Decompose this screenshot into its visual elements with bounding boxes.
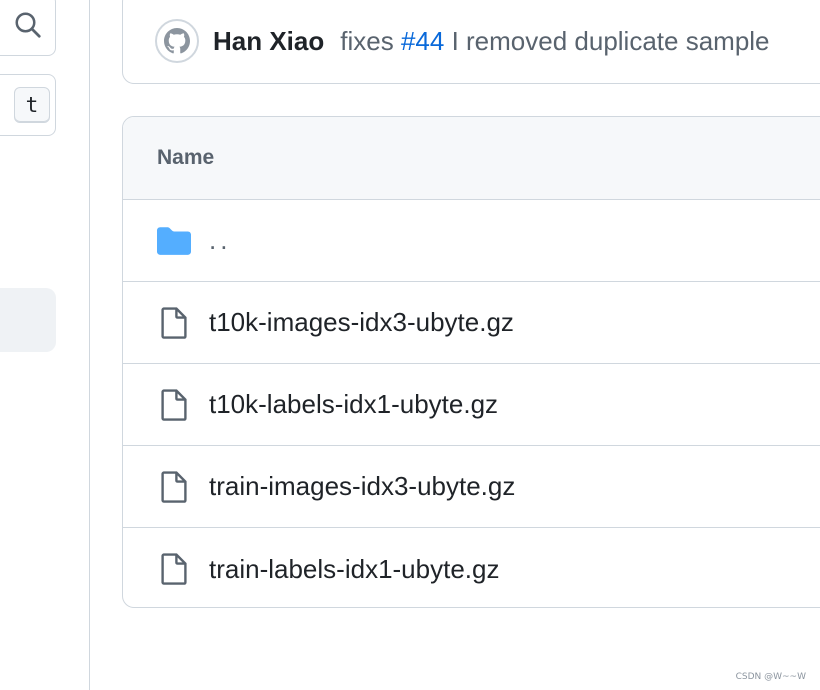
file-icon bbox=[157, 306, 191, 340]
page: t Han Xiao fixes #44 I removed duplicate… bbox=[0, 0, 820, 690]
left-sidebar: t bbox=[0, 0, 90, 690]
file-icon bbox=[157, 470, 191, 504]
file-name-link[interactable]: train-labels-idx1-ubyte.gz bbox=[209, 554, 499, 585]
avatar[interactable] bbox=[155, 19, 199, 63]
file-table: Name .. t10k-images-idx3-ubyte.gz t10k-l… bbox=[122, 116, 820, 608]
file-row[interactable]: train-labels-idx1-ubyte.gz bbox=[123, 528, 820, 607]
file-row[interactable]: train-images-idx3-ubyte.gz bbox=[123, 446, 820, 528]
shortcut-key-badge: t bbox=[14, 87, 50, 123]
parent-directory-link[interactable]: .. bbox=[209, 225, 231, 256]
file-icon bbox=[157, 552, 191, 586]
folder-icon bbox=[157, 224, 191, 258]
file-row[interactable]: t10k-labels-idx1-ubyte.gz bbox=[123, 364, 820, 446]
watermark: CSDN @W~~W bbox=[735, 672, 806, 682]
latest-commit-card: Han Xiao fixes #44 I removed duplicate s… bbox=[122, 0, 820, 84]
commit-message-prefix[interactable]: fixes bbox=[340, 26, 393, 56]
commit-author-link[interactable]: Han Xiao bbox=[213, 26, 324, 57]
commit-message-rest[interactable]: I removed duplicate sample bbox=[452, 26, 770, 56]
name-column-header: Name bbox=[157, 146, 215, 169]
issue-link[interactable]: #44 bbox=[401, 26, 444, 56]
table-header: Name bbox=[123, 117, 820, 200]
search-button[interactable] bbox=[0, 0, 56, 56]
file-name-link[interactable]: t10k-labels-idx1-ubyte.gz bbox=[209, 389, 498, 420]
github-mark-icon bbox=[164, 28, 190, 54]
go-to-file-button[interactable]: t bbox=[0, 74, 56, 136]
file-name-link[interactable]: t10k-images-idx3-ubyte.gz bbox=[209, 307, 514, 338]
file-row[interactable]: t10k-images-idx3-ubyte.gz bbox=[123, 282, 820, 364]
sidebar-selected-item[interactable] bbox=[0, 288, 56, 352]
search-icon bbox=[13, 10, 43, 40]
parent-directory-row[interactable]: .. bbox=[123, 200, 820, 282]
file-icon bbox=[157, 388, 191, 422]
file-name-link[interactable]: train-images-idx3-ubyte.gz bbox=[209, 471, 515, 502]
commit-message[interactable]: fixes #44 I removed duplicate sample bbox=[340, 26, 769, 57]
